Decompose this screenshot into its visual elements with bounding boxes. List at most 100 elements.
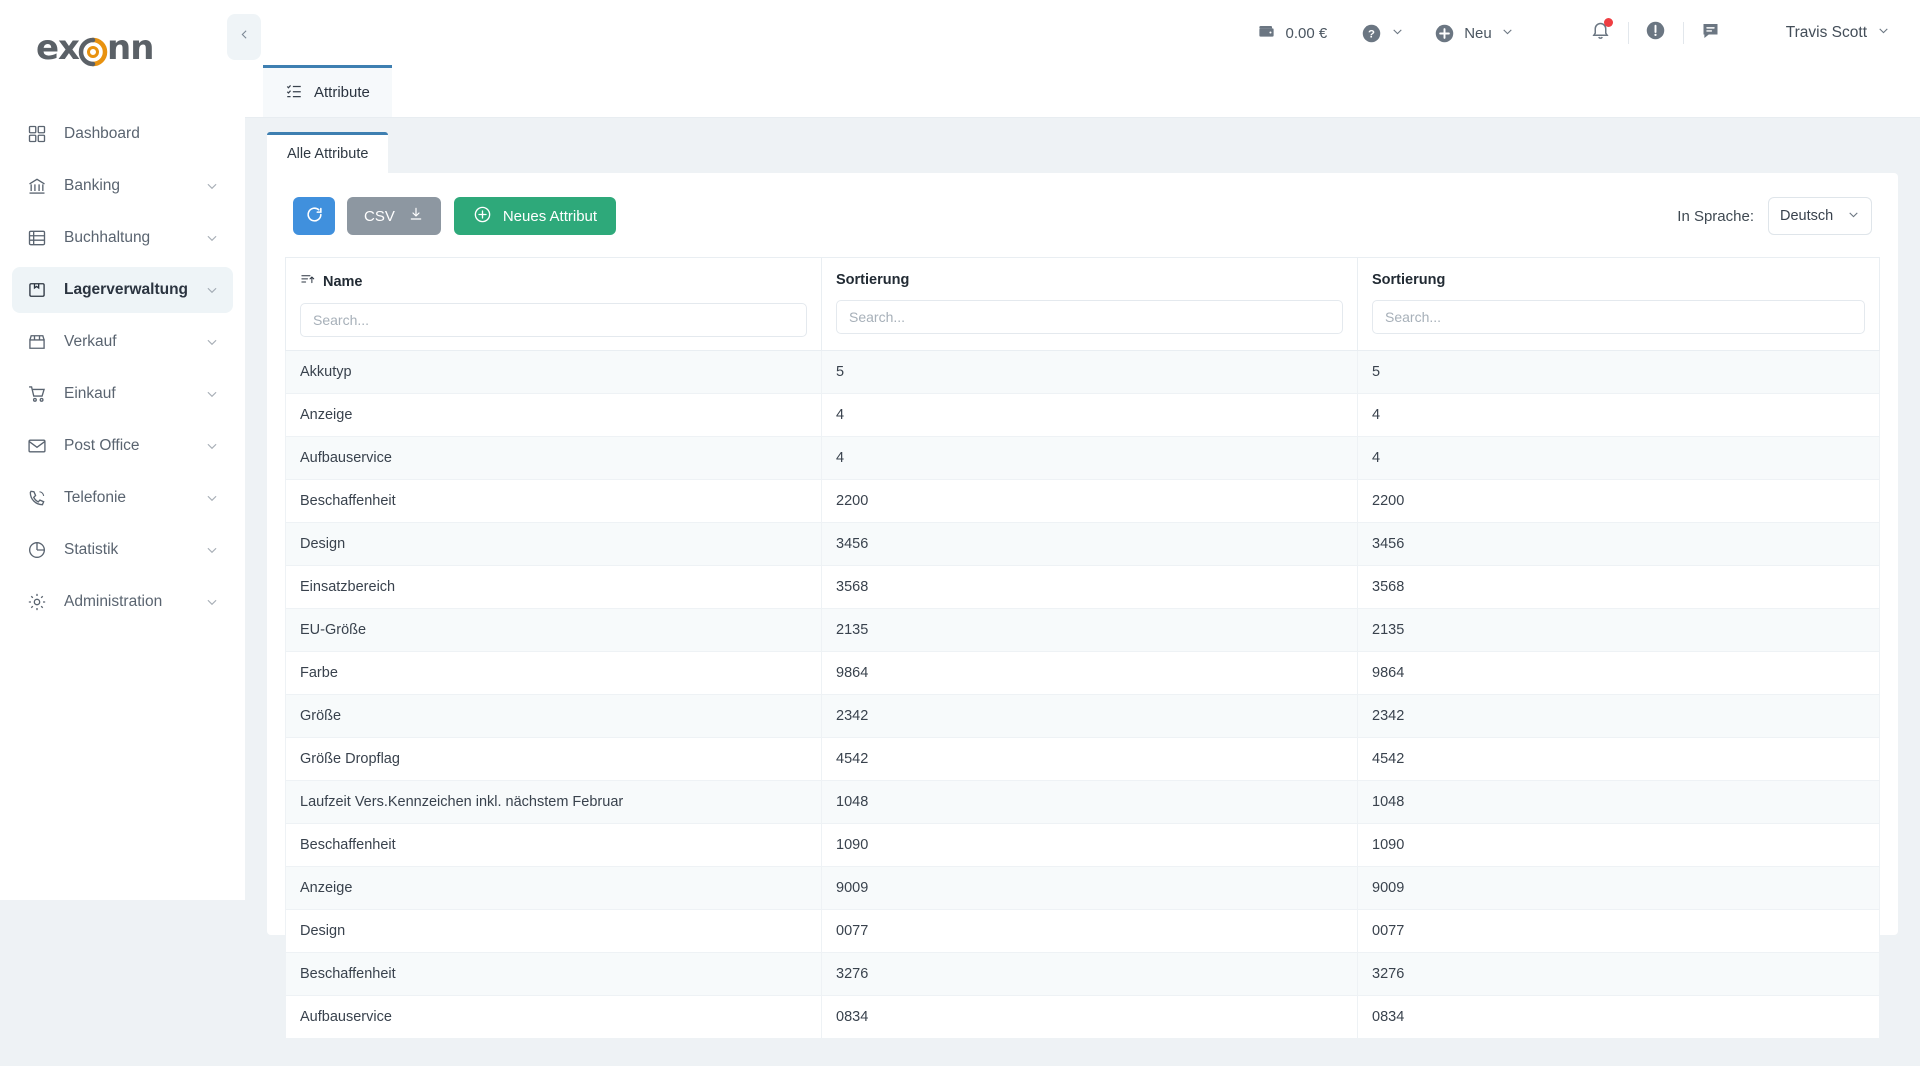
sidebar-item-dashboard[interactable]: Dashboard [12,111,233,157]
search-input-sortierung-2[interactable] [1372,300,1865,334]
chevron-down-icon [205,179,219,193]
sidebar-item-verkauf[interactable]: Verkauf [12,319,233,365]
table-row[interactable]: Laufzeit Vers.Kennzeichen inkl. nächstem… [285,780,1880,824]
cell-sortierung-2: 4 [1357,393,1880,437]
table-row[interactable]: Beschaffenheit 3276 3276 [285,952,1880,996]
sidebar-item-banking[interactable]: Banking [12,163,233,209]
chevron-down-icon [205,491,219,505]
cell-sortierung-1: 2200 [821,479,1358,523]
cell-sortierung-1: 0077 [821,909,1358,953]
chevron-down-icon [205,595,219,609]
cell-sortierung-1: 3568 [821,565,1358,609]
sidebar-item-administration[interactable]: Administration [12,579,233,625]
wallet-balance[interactable]: 0.00 € [1257,22,1328,45]
chevron-down-icon [205,439,219,453]
new-menu-label: Neu [1464,24,1492,42]
main-area: 0.00 € ? Neu Travis Scott Attribute Alle… [245,0,1920,1066]
cell-name: Anzeige [285,393,822,437]
cell-sortierung-2: 0077 [1357,909,1880,953]
sidebar-item-label: Lagerverwaltung [64,281,189,298]
sub-tab-strip: Alle Attribute [267,132,1898,173]
table-row[interactable]: Anzeige 9009 9009 [285,866,1880,910]
table-row[interactable]: Design 3456 3456 [285,522,1880,566]
plus-circle-icon [1434,23,1455,44]
wallet-amount: 0.00 € [1285,24,1328,42]
language-selector-wrap: In Sprache: Deutsch [1677,197,1872,235]
table-row[interactable]: Akkutyp 5 5 [285,350,1880,394]
sidebar-item-buchhaltung[interactable]: Buchhaltung [12,215,233,261]
search-input-sortierung-1[interactable] [836,300,1343,334]
tab-attribute[interactable]: Attribute [263,65,392,117]
table-row[interactable]: Größe 2342 2342 [285,694,1880,738]
sidebar-item-telefonie[interactable]: Telefonie [12,475,233,521]
sort-ascending-icon [300,272,315,291]
table-row[interactable]: Einsatzbereich 3568 3568 [285,565,1880,609]
sidebar-item-post-office[interactable]: Post Office [12,423,233,469]
table-body: Akkutyp 5 5 Anzeige 4 4 Aufbauservice 4 4 Beschaf… [285,350,1880,1039]
table-row[interactable]: Beschaffenheit 2200 2200 [285,479,1880,523]
cell-sortierung-1: 4542 [821,737,1358,781]
cell-name: Design [285,522,822,566]
table-row[interactable]: Beschaffenheit 1090 1090 [285,823,1880,867]
messages-button[interactable] [1684,18,1738,48]
sidebar-item-lagerverwaltung[interactable]: Lagerverwaltung [12,267,233,313]
table-row[interactable]: Farbe 9864 9864 [285,651,1880,695]
cell-sortierung-2: 5 [1357,350,1880,394]
chevron-down-icon [205,231,219,245]
sidebar-item-label: Einkauf [64,385,116,402]
sidebar-item-einkauf[interactable]: Einkauf [12,371,233,417]
notifications-button[interactable] [1574,18,1628,48]
cell-sortierung-2: 4542 [1357,737,1880,781]
cell-sortierung-2: 9864 [1357,651,1880,695]
table-row[interactable]: EU-Größe 2135 2135 [285,608,1880,652]
table-row[interactable]: Größe Dropflag 4542 4542 [285,737,1880,781]
cell-name: Anzeige [285,866,822,910]
cell-sortierung-2: 3456 [1357,522,1880,566]
download-icon [408,206,424,226]
logo-text-right: nn [107,27,154,68]
refresh-icon [305,205,324,227]
sidebar-item-label: Telefonie [64,489,127,506]
sidebar-item-label: Post Office [64,437,140,454]
sidebar-collapse-toggle[interactable] [227,14,261,60]
language-label: In Sprache: [1677,207,1754,225]
sidebar-item-label: Administration [64,593,163,610]
sidebar-item-statistik[interactable]: Statistik [12,527,233,573]
csv-export-button[interactable]: CSV [347,197,441,235]
chevron-down-icon [205,387,219,401]
search-input-name[interactable] [300,303,807,337]
table-row[interactable]: Aufbauservice 0834 0834 [285,995,1880,1039]
cell-sortierung-2: 1048 [1357,780,1880,824]
exonn-logo[interactable]: ex nn [36,27,154,68]
user-name: Travis Scott [1785,24,1867,41]
topbar-icon-group [1574,18,1738,48]
table-row[interactable]: Anzeige 4 4 [285,393,1880,437]
svg-text:?: ? [1368,28,1375,40]
alerts-button[interactable] [1629,18,1683,48]
cell-sortierung-2: 2135 [1357,608,1880,652]
cell-name: Design [285,909,822,953]
column-sortierung-2-title[interactable]: Sortierung [1372,272,1865,288]
column-sortierung-1-title[interactable]: Sortierung [836,272,1343,288]
sidebar-item-label: Buchhaltung [64,229,151,246]
column-name-title[interactable]: Name [300,272,807,291]
chevron-down-icon [205,543,219,557]
new-menu[interactable]: Neu [1434,23,1514,44]
language-value: Deutsch [1780,208,1834,224]
user-menu[interactable]: Travis Scott [1786,24,1890,42]
help-menu[interactable]: ? [1361,23,1404,44]
new-attribute-button[interactable]: Neues Attribut [453,197,617,235]
cell-name: Beschaffenheit [285,479,822,523]
tab-alle-attribute[interactable]: Alle Attribute [267,132,389,173]
cell-sortierung-1: 2342 [821,694,1358,738]
table-row[interactable]: Design 0077 0077 [285,909,1880,953]
app-root: ex nn Dashboard Banking Buchhaltung Lage… [0,0,1920,1066]
cell-name: Einsatzbereich [285,565,822,609]
language-select[interactable]: Deutsch [1768,197,1872,235]
chevron-down-icon [205,335,219,349]
table-row[interactable]: Aufbauservice 4 4 [285,436,1880,480]
cell-name: Laufzeit Vers.Kennzeichen inkl. nächstem… [285,780,822,824]
cell-sortierung-1: 2135 [821,608,1358,652]
refresh-button[interactable] [293,197,335,235]
chevron-down-icon [1877,24,1890,42]
